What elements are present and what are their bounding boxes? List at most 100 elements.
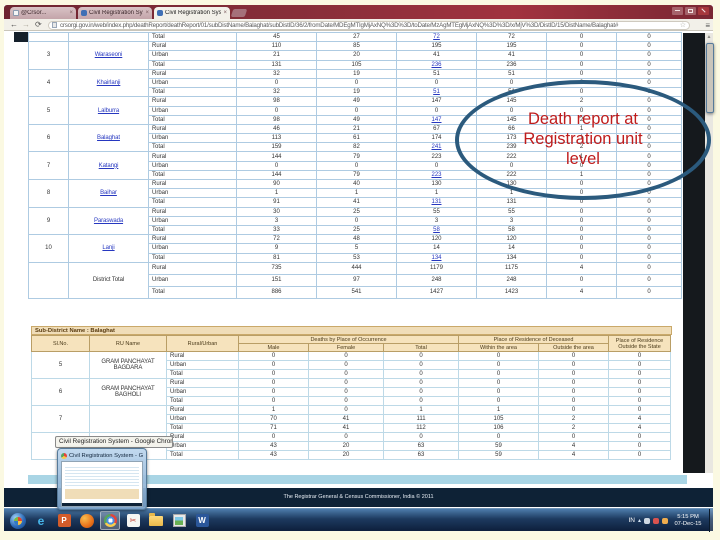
start-button[interactable] (8, 511, 28, 530)
subdistrict-link[interactable]: Balaghat (97, 135, 120, 141)
row-number-cell: 10 (28, 234, 69, 263)
value-cell: 20 (308, 450, 384, 460)
rural-urban-cell: Urban (148, 133, 237, 144)
rural-urban-cell: Total (148, 224, 237, 236)
value-cell: 14 (476, 243, 547, 254)
close-icon[interactable] (698, 7, 709, 15)
clock-date: 07-Dec-15 (674, 520, 702, 527)
value-cell: 61 (316, 133, 397, 144)
value-cell: 49 (316, 114, 397, 125)
total-count-link[interactable]: 134 (431, 255, 441, 261)
subdistrict-link[interactable]: Lanji (102, 245, 114, 251)
browser-tab-2[interactable]: Civil Registration System × (78, 7, 152, 19)
show-desktop-button[interactable] (709, 509, 713, 532)
total-count-link[interactable]: 223 (431, 172, 441, 178)
value-cell: 85 (316, 41, 397, 52)
tab-close-icon[interactable]: × (69, 10, 73, 16)
total-count-link[interactable]: 131 (431, 199, 441, 205)
maximize-icon[interactable] (685, 7, 696, 15)
thumbnail-title: Civil Registration System - Goo... (69, 452, 143, 459)
tab-close-icon[interactable]: × (145, 10, 149, 16)
header-cell: Outside the area (538, 343, 609, 352)
browser-tab-3-active[interactable]: Civil Registration System × (154, 7, 230, 19)
value-cell: 0 (458, 396, 539, 406)
value-cell: 20 (316, 50, 397, 61)
total-count-link[interactable]: 51 (433, 89, 440, 95)
value-cell: 32 (236, 68, 317, 79)
snipping-tool-icon[interactable]: ✂ (123, 511, 143, 530)
rural-urban-cell: Rural (166, 378, 239, 388)
total-count-link[interactable]: 72 (433, 34, 440, 40)
thumbnail-mini-table2 (65, 489, 139, 499)
total-count-link[interactable]: 236 (431, 62, 441, 68)
subdistrict-link[interactable]: Paraswada (94, 218, 123, 224)
vertical-scrollbar[interactable]: ▲ (705, 33, 714, 473)
subdistrict-link[interactable]: Katangi (99, 163, 119, 169)
total-count-link[interactable]: 147 (431, 117, 441, 123)
network-icon[interactable] (644, 517, 650, 524)
value-cell: 81 (236, 252, 317, 263)
alert-tray-icon[interactable] (653, 517, 659, 524)
reload-icon[interactable]: ⟳ (35, 20, 42, 30)
value-cell: 0 (616, 215, 682, 226)
browser-tab-1[interactable]: @Crsor... × (10, 7, 76, 19)
url-input[interactable]: crsorgi.gov.in/web/index.php/deathReport… (48, 20, 690, 30)
back-icon[interactable]: ← (10, 20, 18, 30)
scrollbar-thumb[interactable] (706, 43, 714, 113)
value-cell: 25 (316, 206, 397, 217)
tab-close-icon[interactable]: × (223, 10, 227, 16)
hidden-icons-arrow[interactable]: ▴ (638, 517, 641, 524)
bookmark-star-icon[interactable]: ☆ (680, 22, 686, 29)
value-cell: 105 (316, 59, 397, 70)
subdistrict-link[interactable]: Baihar (100, 190, 117, 196)
value-cell: 0 (538, 432, 609, 442)
value-cell: 0 (616, 224, 682, 236)
rural-urban-cell: Urban (148, 105, 237, 116)
total-count-link[interactable]: 241 (431, 144, 441, 150)
value-cell: 120 (396, 234, 477, 245)
value-cell: 4 (538, 441, 609, 451)
folder-icon[interactable] (146, 511, 166, 530)
rural-urban-cell: Rural (148, 123, 237, 135)
ie-icon[interactable]: e (31, 511, 51, 530)
value-cell: 0 (546, 273, 617, 287)
firefox-icon[interactable] (77, 511, 97, 530)
value-cell: 3 (396, 215, 477, 226)
value-cell: 79 (316, 151, 397, 162)
value-cell: 30 (236, 206, 317, 217)
new-tab-button[interactable] (230, 9, 248, 17)
total-count-link[interactable]: 58 (433, 227, 440, 233)
thumbnail-label: Civil Registration System - Goo... (61, 451, 143, 460)
value-cell: 0 (316, 77, 397, 89)
value-cell: 0 (546, 243, 617, 254)
row-number-cell (28, 31, 69, 43)
subdistrict-link[interactable]: Khairlanji (97, 80, 121, 86)
language-indicator[interactable]: IN (628, 517, 635, 524)
value-cell: 90 (236, 178, 317, 190)
chrome-menu-icon[interactable]: ≡ (705, 21, 710, 30)
value-cell: 0 (316, 160, 397, 171)
value-cell: 2 (538, 423, 609, 433)
scroll-up-icon[interactable]: ▲ (705, 33, 713, 41)
callout-line: level (566, 149, 600, 168)
minimize-icon[interactable] (672, 7, 683, 15)
value-cell: 0 (238, 378, 309, 388)
rural-urban-cell: Rural (148, 206, 237, 217)
thumbnail-mini-footer (62, 503, 142, 506)
update-tray-icon[interactable] (662, 517, 668, 524)
word-icon[interactable]: W (192, 511, 212, 530)
value-cell: 0 (308, 432, 384, 442)
taskbar-thumbnail-preview[interactable]: Civil Registration System - Goo... (57, 448, 147, 510)
rural-urban-cell: Rural (148, 261, 237, 275)
subdistrict-link[interactable]: Waraseoni (95, 52, 123, 58)
chrome-icon[interactable] (100, 511, 120, 530)
taskbar-clock[interactable]: 5:15 PM 07-Dec-15 (671, 514, 705, 528)
name-cell: Khairlanji (68, 68, 149, 98)
powerpoint-icon[interactable]: P (54, 511, 74, 530)
forward-icon[interactable]: → (22, 20, 30, 30)
value-cell: 0 (383, 432, 459, 442)
value-cell: 0 (608, 432, 671, 442)
subdistrict-link[interactable]: Lalburra (98, 108, 119, 114)
value-cell: 49 (316, 96, 397, 107)
photo-viewer-icon[interactable] (169, 511, 189, 530)
